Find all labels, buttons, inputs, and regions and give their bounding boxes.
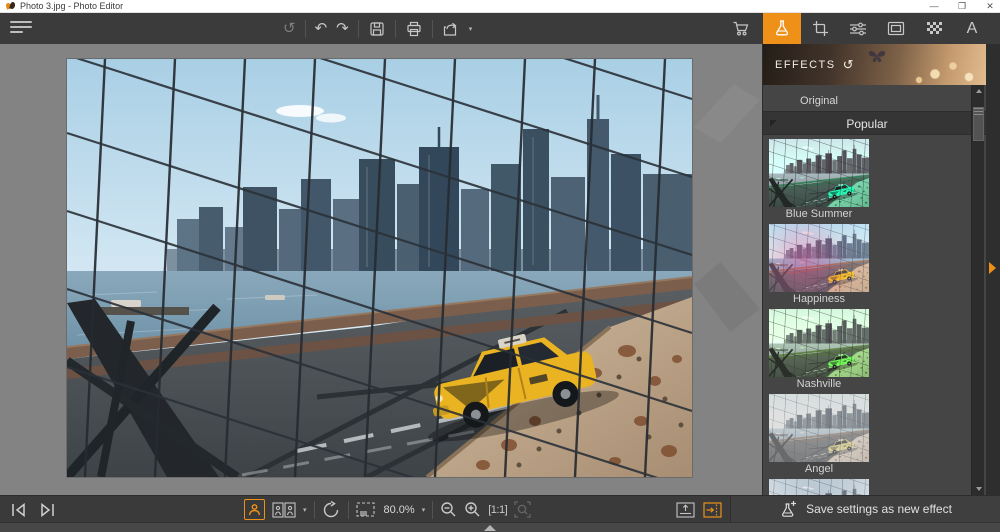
effect-label: Happiness: [793, 293, 845, 305]
rotate-button[interactable]: [322, 499, 341, 521]
compare-view-button[interactable]: [272, 499, 296, 521]
watermark-chevron-dark: [694, 262, 760, 332]
export-button[interactable]: [442, 20, 460, 38]
zoom-caret-icon[interactable]: ▾: [422, 506, 426, 514]
top-toolbar: ↺ ↶ ↷ ▾ A: [0, 13, 1000, 44]
print-button[interactable]: [405, 20, 423, 38]
undo-button[interactable]: ↶: [315, 13, 328, 44]
actual-size-button[interactable]: [1:1]: [488, 504, 507, 516]
effects-grid: Blue Summer Happiness Nashville Angel Bl…: [763, 135, 971, 495]
zoom-out-button[interactable]: [440, 499, 457, 521]
reset-effects-icon[interactable]: ↺: [843, 57, 854, 73]
redo-button[interactable]: ↷: [336, 13, 349, 44]
flask-plus-icon: [782, 500, 797, 517]
compare-caret-icon[interactable]: ▾: [303, 506, 307, 514]
panel-collapse-arrow-icon[interactable]: [989, 262, 996, 274]
effect-label: Blue Summer: [785, 208, 853, 220]
app-logo-icon: [5, 1, 16, 10]
effect-original-thumb[interactable]: [769, 85, 869, 95]
effect-blue-summer[interactable]: Blue Summer: [769, 139, 869, 222]
section-popular-title: Popular: [846, 117, 888, 131]
export-caret-icon[interactable]: ▾: [469, 25, 473, 33]
effect-angel[interactable]: Angel: [769, 394, 869, 477]
save-settings-label: Save settings as new effect: [806, 502, 952, 516]
toggle-right-panel-button[interactable]: [703, 499, 722, 521]
effect-happiness[interactable]: Happiness: [769, 224, 869, 307]
tab-textures[interactable]: [915, 13, 953, 44]
menu-button[interactable]: [10, 21, 32, 36]
photo-canvas[interactable]: [67, 59, 692, 477]
effect-nashville[interactable]: Nashville: [769, 309, 869, 392]
minimize-button[interactable]: —: [928, 0, 940, 13]
expand-strip-handle-icon[interactable]: [484, 525, 496, 531]
tab-effects[interactable]: [763, 13, 801, 44]
previous-photo-button[interactable]: [10, 499, 28, 521]
original-row: Original: [763, 85, 987, 111]
effect-label: Angel: [804, 463, 834, 475]
titlebar: Photo 3.jpg - Photo Editor — ❐ ✕: [0, 0, 1000, 13]
photo-editor-window: Photo 3.jpg - Photo Editor — ❐ ✕ ↺ ↶ ↷ ▾…: [0, 0, 1000, 532]
store-cart-button[interactable]: [726, 20, 756, 37]
window-title: Photo 3.jpg - Photo Editor: [20, 1, 124, 11]
single-view-button[interactable]: [244, 499, 265, 520]
save-settings-button[interactable]: Save settings as new effect: [730, 495, 1000, 522]
save-button[interactable]: [368, 20, 386, 38]
effects-banner: EFFECTS ↺: [763, 44, 987, 85]
panel-edge-strip: [986, 44, 1000, 495]
tab-frames[interactable]: [877, 13, 915, 44]
butterfly-icon: [868, 50, 886, 63]
zoom-region-button[interactable]: [514, 499, 531, 521]
original-label: Original: [800, 95, 838, 107]
next-photo-button[interactable]: [38, 499, 56, 521]
effect-label: Nashville: [796, 378, 842, 390]
effects-panel-title: EFFECTS: [775, 59, 836, 71]
tab-text[interactable]: A: [953, 13, 991, 44]
revert-button[interactable]: ↺: [283, 13, 296, 44]
effect-blue-wash[interactable]: Blue Wash: [769, 479, 869, 495]
section-popular[interactable]: Popular: [763, 111, 987, 135]
bottom-edge-strip: [0, 522, 1000, 532]
zoom-level-value[interactable]: 80.0%: [384, 504, 415, 516]
tab-adjust[interactable]: [839, 13, 877, 44]
scroll-up-icon[interactable]: [972, 85, 985, 97]
effects-scrollbar[interactable]: [971, 85, 984, 495]
bottom-toolbar: ▾ 80.0% ▾ [1:1]: [0, 495, 730, 522]
toggle-bottom-panel-button[interactable]: [676, 499, 695, 521]
scrollbar-thumb[interactable]: [973, 107, 984, 141]
close-button[interactable]: ✕: [984, 0, 996, 13]
collapse-triangle-icon: [770, 120, 777, 127]
effects-panel: EFFECTS ↺ Original Popular Blue Summer H…: [762, 44, 987, 495]
canvas-area: [0, 44, 762, 495]
tab-crop[interactable]: [801, 13, 839, 44]
fit-to-screen-icon[interactable]: [355, 499, 375, 521]
scroll-down-icon[interactable]: [972, 483, 985, 495]
watermark-chevron-light: [694, 84, 760, 144]
zoom-in-button[interactable]: [464, 499, 481, 521]
maximize-button[interactable]: ❐: [956, 0, 968, 13]
